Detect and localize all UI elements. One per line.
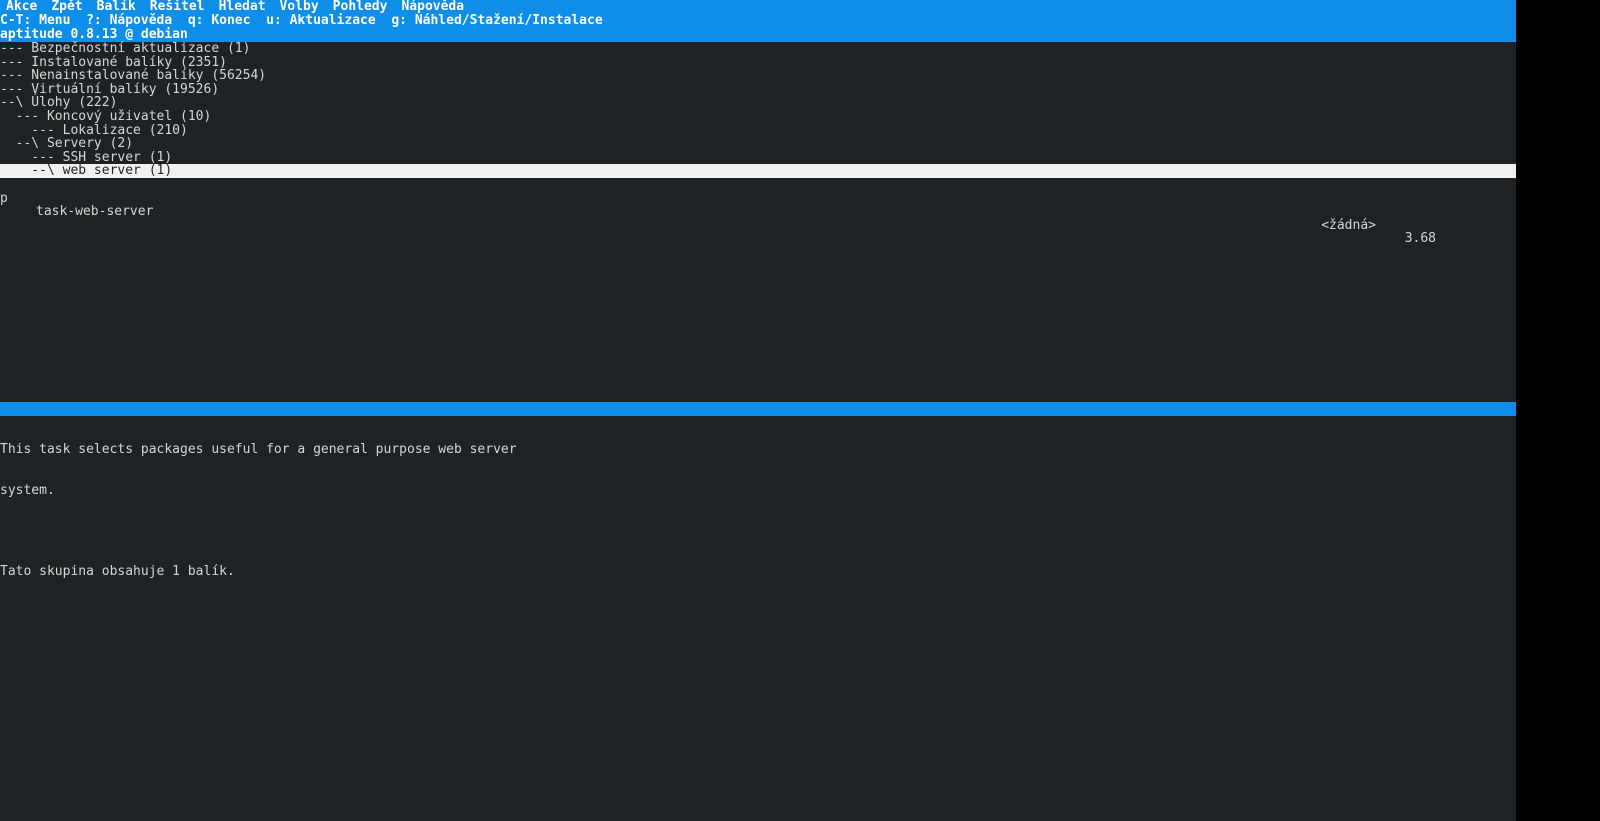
aptitude-terminal: Akce Zpět Balík Řešitel Hledat Volby Poh… (0, 0, 1516, 821)
title-bar: aptitude 0.8.13 @ debian (0, 28, 1516, 42)
description-pane: This task selects packages useful for a … (0, 416, 1516, 606)
package-row[interactable]: p task-web-server <žádná> 3.68 (0, 178, 1516, 192)
keyboard-hints: C-T: Menu ?: Nápověda q: Konec u: Aktual… (0, 14, 1516, 28)
upper-pane-spacer (0, 192, 1516, 402)
menu-bar[interactable]: Akce Zpět Balík Řešitel Hledat Volby Poh… (0, 0, 1516, 14)
description-line: system. (0, 484, 1516, 498)
menu-resitel[interactable]: Řešitel (150, 0, 205, 14)
tree-row[interactable]: --- Virtuální balíky (19526) (0, 83, 1516, 97)
menu-napoveda[interactable]: Nápověda (401, 0, 464, 14)
package-status: p (0, 192, 8, 206)
tree-row-selected[interactable]: --\ web server (1) (0, 164, 1516, 178)
package-tree[interactable]: --- Bezpečnostní aktualizace (1) --- Ins… (0, 42, 1516, 192)
description-line (0, 524, 1516, 538)
tree-row[interactable]: --- SSH server (1) (0, 151, 1516, 165)
menu-pohledy[interactable]: Pohledy (333, 0, 388, 14)
package-available-version: <žádná> (1321, 219, 1376, 233)
description-line: Tato skupina obsahuje 1 balík. (0, 565, 1516, 579)
right-gutter (1516, 0, 1600, 821)
menu-akce[interactable]: Akce (6, 0, 37, 14)
title-text: aptitude 0.8.13 @ debian (0, 28, 188, 42)
menu-zpet[interactable]: Zpět (51, 0, 82, 14)
tree-row[interactable]: --- Bezpečnostní aktualizace (1) (0, 42, 1516, 56)
hints-text: C-T: Menu ?: Nápověda q: Konec u: Aktual… (0, 14, 603, 28)
pane-divider (0, 402, 1516, 416)
tree-row[interactable]: --- Nenainstalované balíky (56254) (0, 69, 1516, 83)
tree-row[interactable]: --\ Servery (2) (0, 137, 1516, 151)
package-name: task-web-server (36, 205, 153, 219)
tree-row[interactable]: --- Instalované balíky (2351) (0, 56, 1516, 70)
tree-row[interactable]: --\ Úlohy (222) (0, 96, 1516, 110)
menu-volby[interactable]: Volby (280, 0, 319, 14)
menu-hledat[interactable]: Hledat (219, 0, 266, 14)
tree-row[interactable]: --- Lokalizace (210) (0, 124, 1516, 138)
description-line: This task selects packages useful for a … (0, 443, 1516, 457)
tree-row[interactable]: --- Koncový uživatel (10) (0, 110, 1516, 124)
package-candidate-version: 3.68 (1405, 232, 1436, 246)
menu-balik[interactable]: Balík (97, 0, 136, 14)
top-header: Akce Zpět Balík Řešitel Hledat Volby Poh… (0, 0, 1516, 42)
